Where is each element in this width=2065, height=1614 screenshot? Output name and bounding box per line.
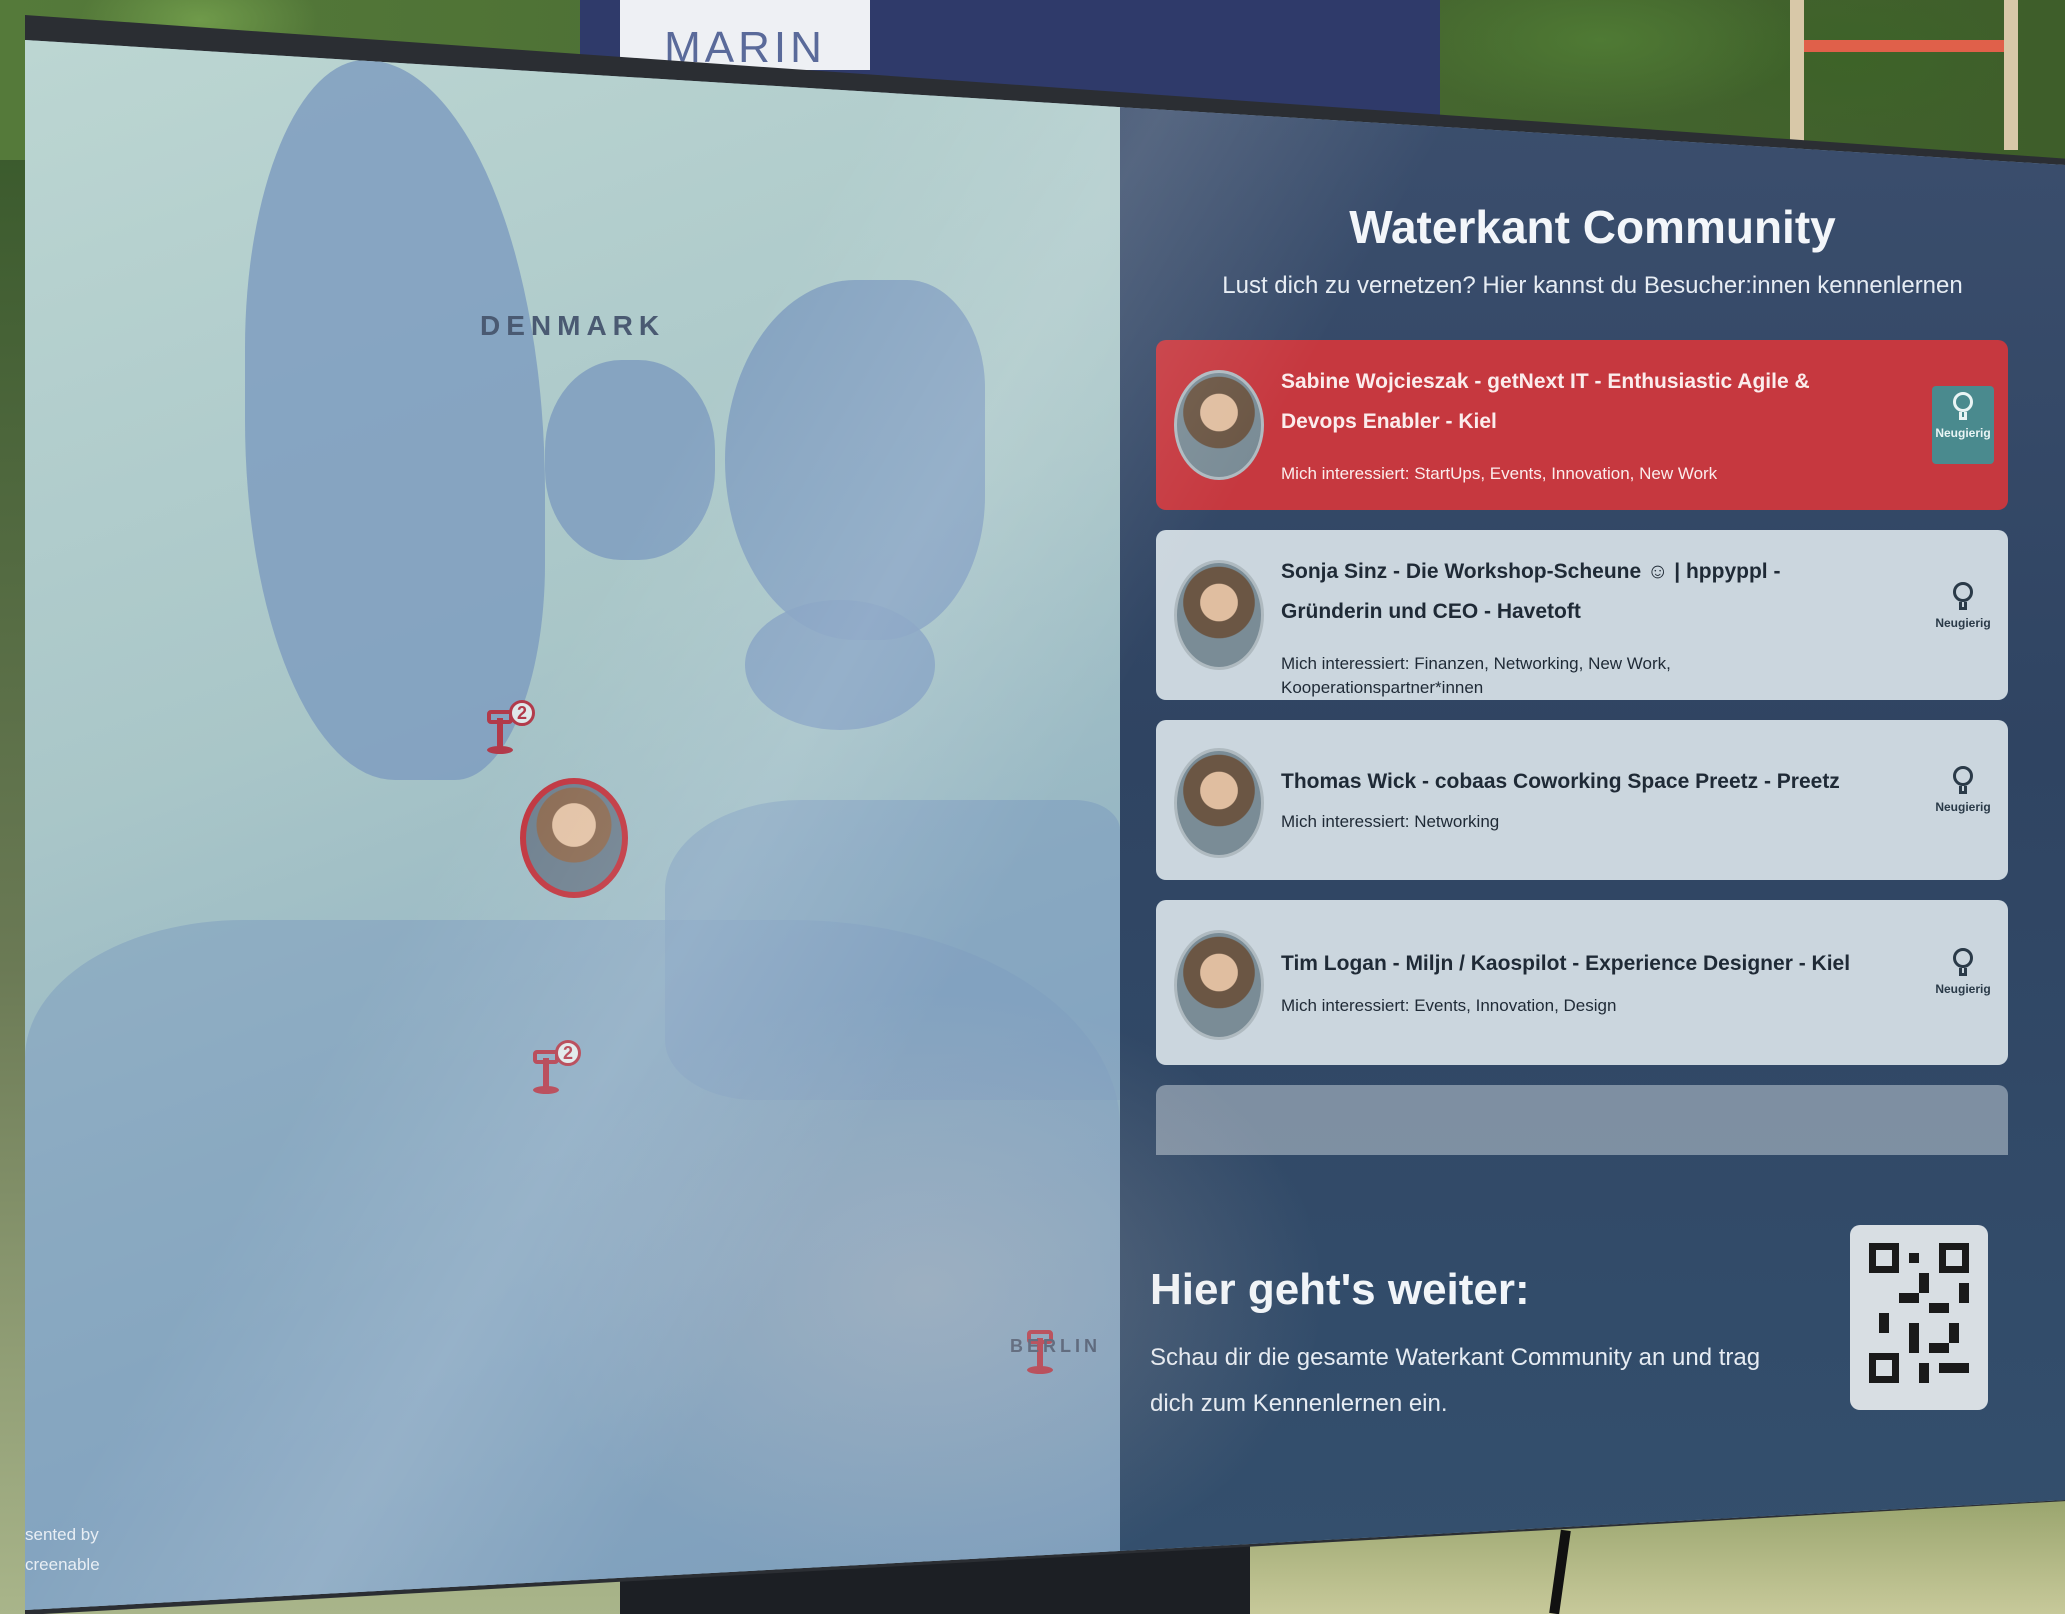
map-land-sweden [725,280,985,640]
photo-scene: MARIN DENMARK 2 2 BERLIN sented by creen… [0,0,2065,1614]
pin-count-badge: 2 [555,1040,581,1066]
banner-text: MARIN [620,0,870,70]
badge-label: Neugierig [1935,800,1991,814]
member-avatar [1174,748,1264,858]
neugierig-badge[interactable]: Neugierig [1932,386,1994,464]
qr-code-icon [1869,1243,1969,1383]
monitor-screen: DENMARK 2 2 BERLIN sented by creenable W… [25,40,2065,1610]
map-pin-cluster[interactable]: 2 [487,700,535,760]
community-panel: Waterkant Community Lust dich zu vernetz… [1120,40,2065,1610]
pin-count-badge: 2 [509,700,535,726]
map-land-zealand [545,360,715,560]
panel-title: Waterkant Community [1349,201,1836,253]
lightbulb-icon [1952,392,1974,422]
badge-label: Neugierig [1935,616,1991,630]
map-land-poland [665,800,1120,1100]
map-label-berlin: BERLIN [1010,1336,1101,1356]
member-avatar [1174,370,1264,480]
member-title: Tim Logan - Miljn / Kaospilot - Experien… [1281,952,1851,975]
badge-label: Neugierig [1935,426,1991,440]
member-card[interactable]: Thomas Wick - cobaas Coworking Space Pre… [1156,720,2008,880]
map-pin-cluster[interactable]: 2 [533,1040,581,1100]
map-land-jutland [245,60,545,780]
member-card[interactable]: Tim Logan - Miljn / Kaospilot - Experien… [1156,900,2008,1065]
qr-code[interactable] [1850,1225,1988,1410]
lightbulb-icon [1952,582,1974,612]
map-panel[interactable]: DENMARK 2 2 BERLIN sented by creenable [25,40,1120,1610]
member-interest: Mich interessiert: Events, Innovation, D… [1281,996,1617,1015]
panel-subtitle: Lust dich zu vernetzen? Hier kannst du B… [1222,272,1963,299]
neugierig-badge[interactable]: Neugierig [1932,942,1994,1020]
member-avatar [1174,930,1264,1040]
badge-label: Neugierig [1935,982,1991,996]
pin-base [487,746,513,754]
lightbulb-icon [1952,766,1974,796]
neugierig-badge[interactable]: Neugierig [1932,576,1994,654]
map-land-islands [745,600,935,730]
presented-by-label: sented by [25,1525,99,1544]
presented-by-brand: creenable [25,1555,100,1574]
pin-base [533,1086,559,1094]
member-title: Sonja Sinz - Die Workshop-Scheune ☺ | hp… [1281,560,1781,623]
member-card-partial[interactable] [1156,1085,2008,1155]
pin-stem [543,1058,549,1088]
member-card[interactable]: Sabine Wojcieszak - getNext IT - Enthusi… [1156,340,2008,510]
neugierig-badge[interactable]: Neugierig [1932,760,1994,838]
presented-by: sented by creenable [25,1520,100,1580]
member-interest: Mich interessiert: Finanzen, Networking,… [1281,654,1671,697]
member-avatar [1174,560,1264,670]
member-card[interactable]: Sonja Sinz - Die Workshop-Scheune ☺ | hp… [1156,530,2008,700]
map-user-avatar[interactable] [520,778,628,898]
member-title: Sabine Wojcieszak - getNext IT - Enthusi… [1281,370,1810,433]
lightbulb-icon [1952,948,1974,978]
member-title: Thomas Wick - cobaas Coworking Space Pre… [1281,770,1840,793]
background-ladder [1790,0,2018,150]
map-label-denmark: DENMARK [480,310,666,341]
pin-stem [497,718,503,748]
member-interest: Mich interessiert: Networking [1281,812,1500,831]
cta-title: Hier geht's weiter: [1150,1265,1530,1314]
cta-text: Schau dir die gesamte Waterkant Communit… [1150,1344,1761,1417]
pin-base [1027,1366,1053,1374]
member-interest: Mich interessiert: StartUps, Events, Inn… [1281,464,1718,483]
